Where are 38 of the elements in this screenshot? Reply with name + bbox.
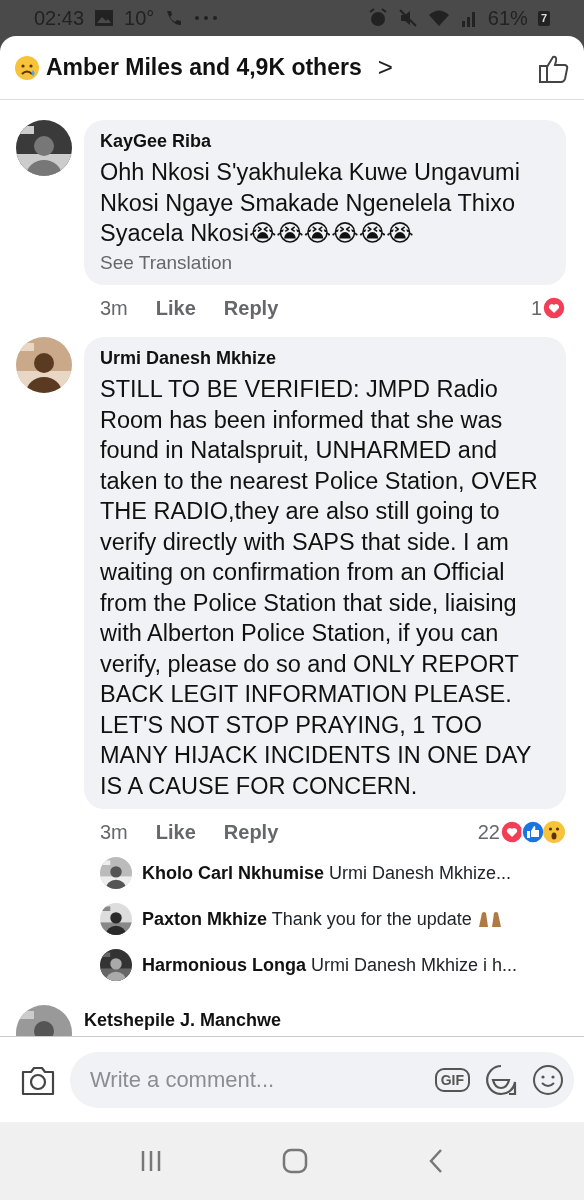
recent-apps-icon[interactable] xyxy=(140,1149,162,1173)
image-icon xyxy=(94,9,115,27)
like-reaction-icon xyxy=(521,820,545,844)
signal-icon xyxy=(459,9,478,27)
comment-author[interactable]: Urmi Danesh Mkhize xyxy=(100,345,550,372)
reply-preview[interactable]: Kholo Carl Nkhumise Urmi Danesh Mkhize... xyxy=(142,859,512,887)
reply-preview[interactable]: Paxton Mkhize Thank you for the update xyxy=(142,905,503,933)
like-link[interactable]: Like xyxy=(155,293,196,323)
comment-text: STILL TO BE VERIFIED: JMPD Radio Room has been informed that she was found in Natalspruit, UNHARMED and taken to the nearest Police Station, OVER THE RADIO,they are also still going to verify directly with SAPS that side. I am waiting on confirmation from an Official from the Police Station that side, liaising with Alberton Police Station, if you can verify, please do so and ONLY REPORT BACK LEGIT INFORMATION PLEASE. LET'S NOT STOP PRAYING, 1 TOO MANY HIJACK INCIDENTS IN ONE DAY IS A CAUSE FOR CONCERN. xyxy=(100,376,538,799)
chevron-icon[interactable]: > xyxy=(377,48,393,87)
home-icon[interactable] xyxy=(282,1148,308,1174)
comment-author[interactable]: Ketshepile J. Manchwe xyxy=(84,1005,566,1034)
wifi-icon xyxy=(427,9,450,27)
gif-button[interactable]: GIF xyxy=(434,1067,470,1092)
reactions-summary[interactable]: Amber Miles and 4,9K others xyxy=(46,50,362,85)
wow-reaction-icon xyxy=(542,820,566,844)
comment-time: 3m xyxy=(100,296,128,321)
comment-author[interactable]: KayGee Riba xyxy=(100,128,550,155)
back-icon[interactable] xyxy=(428,1148,444,1174)
alarm-icon xyxy=(367,8,388,28)
love-reaction-icon xyxy=(542,296,566,320)
see-translation-link[interactable]: See Translation xyxy=(100,248,550,277)
sticker-icon[interactable] xyxy=(484,1062,518,1097)
love-reaction-icon xyxy=(500,820,524,844)
reaction-count: 22 xyxy=(477,820,500,845)
reply-preview[interactable]: Harmonious Longa Urmi Danesh Mkhize i h... xyxy=(142,951,518,979)
reply-link[interactable]: Reply xyxy=(223,817,279,847)
like-link[interactable]: Like xyxy=(155,817,196,847)
comment-text: Ohh Nkosi S'yakhuleka Kuwe Ungavumi Nkosi Ngaye Smakade Ngenelela Thixo Syacela Nkosi😭😭😭😭😭😭 xyxy=(100,159,520,246)
more-icon xyxy=(194,15,219,21)
mute-icon xyxy=(397,8,418,28)
comment-field[interactable]: Write a comment... GIF xyxy=(70,1051,574,1108)
sad-face-icon xyxy=(14,54,40,81)
reply-link[interactable]: Reply xyxy=(223,293,279,323)
emoji-icon[interactable] xyxy=(532,1063,564,1096)
battery-icon: 7 xyxy=(537,10,550,26)
comment-time: 3m xyxy=(100,820,128,845)
reaction-count: 1 xyxy=(530,296,542,321)
